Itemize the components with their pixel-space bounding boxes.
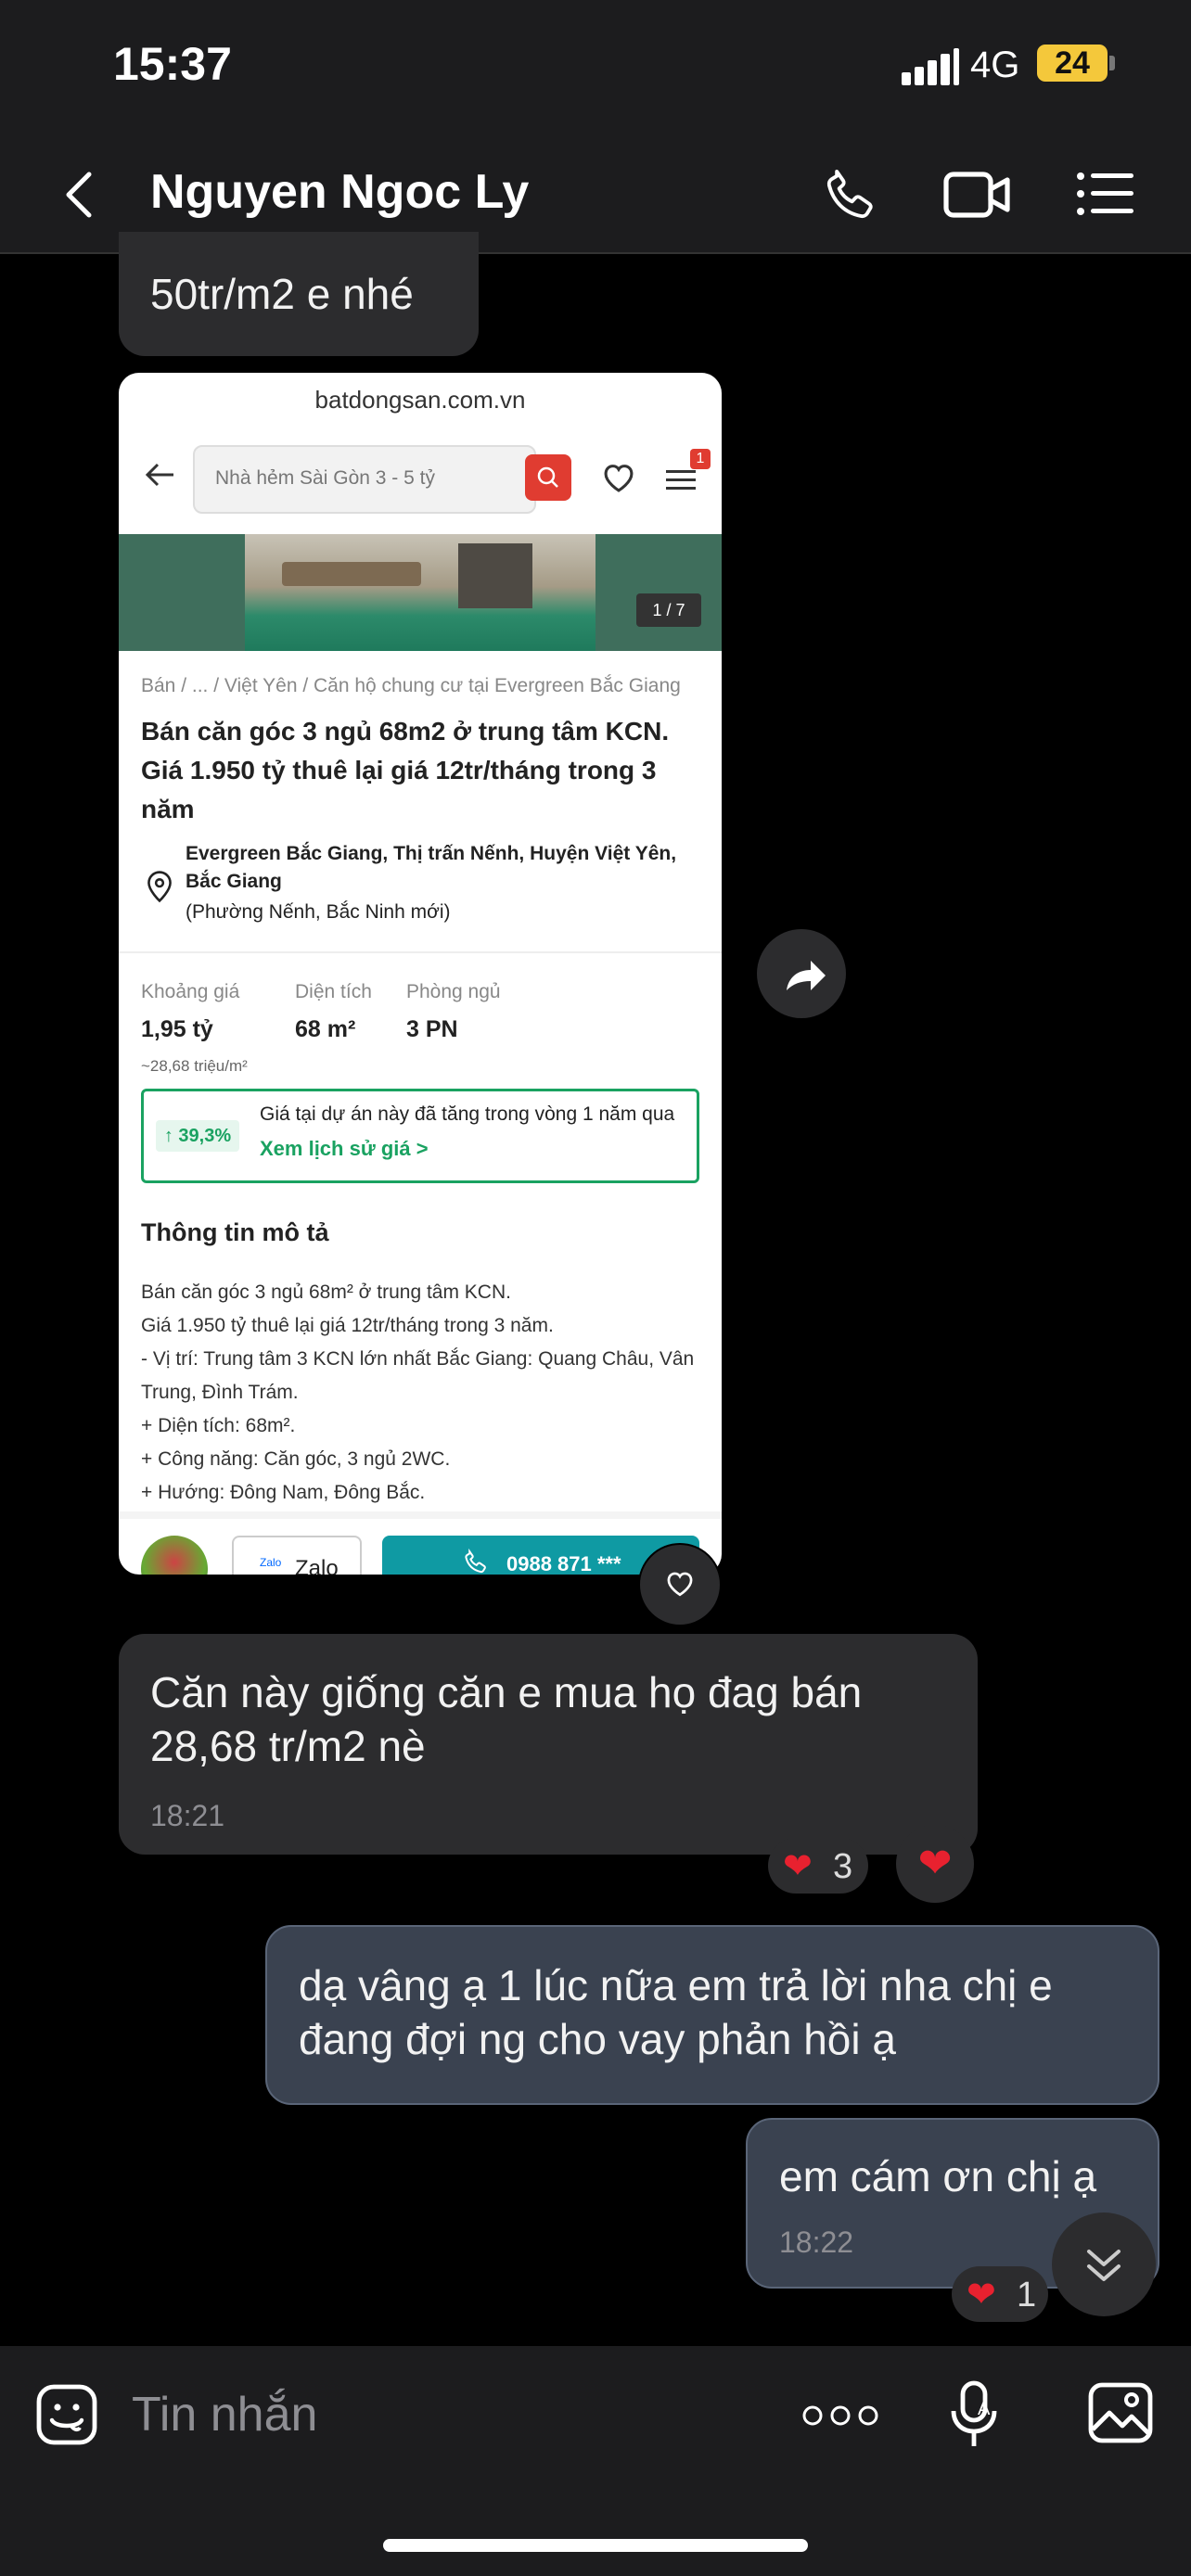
desc-line: Giá 1.950 tỷ thuê lại giá 12tr/tháng tro…	[141, 1315, 554, 1336]
bed-label: Phòng ngủ	[406, 981, 501, 1002]
more-icon[interactable]	[801, 2402, 879, 2429]
network-type: 4G	[970, 45, 1020, 85]
card-address-sub: (Phường Nếnh, Bắc Ninh mới)	[186, 901, 451, 923]
message-text: 50tr/m2 e nhé	[150, 270, 414, 318]
desc-line: + Diện tích: 68m².	[141, 1415, 296, 1436]
svg-text:A: A	[978, 2399, 991, 2419]
card-divider	[119, 951, 722, 953]
growth-text: Giá tại dự án này đã tăng trong vòng 1 n…	[260, 1103, 675, 1125]
card-heart-icon	[604, 465, 634, 492]
scroll-to-bottom-button[interactable]	[1052, 2213, 1156, 2316]
desc-line: + Công năng: Căn góc, 3 ngủ 2WC.	[141, 1448, 451, 1470]
card-phone-icon	[465, 1549, 486, 1574]
forward-icon	[787, 961, 826, 990]
home-indicator	[383, 2539, 808, 2552]
battery-tip	[1109, 56, 1115, 70]
back-icon[interactable]	[58, 169, 98, 221]
react-heart-button[interactable]	[638, 1543, 722, 1626]
shared-link-card[interactable]: batdongsan.com.vn Nhà hẻm Sài Gòn 3 - 5 …	[119, 373, 722, 1575]
area-label: Diện tích	[295, 981, 372, 1002]
card-footer-divider	[119, 1511, 722, 1519]
growth-percent: ↑ 39,3%	[156, 1120, 239, 1152]
reaction-count: 3	[833, 1847, 853, 1886]
battery-icon: 24	[1037, 45, 1108, 82]
reaction-count-pill[interactable]: ❤ 1	[952, 2266, 1048, 2322]
seller-avatar	[141, 1536, 208, 1575]
forward-button[interactable]	[757, 929, 846, 1018]
phone-call-icon[interactable]	[820, 165, 881, 226]
desc-line: + Hướng: Đông Nam, Đông Bắc.	[141, 1482, 426, 1503]
image-counter: 1 / 7	[636, 593, 701, 627]
price-per-m2: ~28,68 triệu/m²	[141, 1057, 248, 1075]
desc-line: - Vị trí: Trung tâm 3 KCN lớn nhất Bắc G…	[141, 1348, 695, 1370]
message-text: dạ vâng ạ 1 lúc nữa em trả lời nha chị e…	[299, 1961, 1053, 2063]
zalo-small-label: Zalo	[260, 1556, 282, 1569]
message-input[interactable]: Tin nhắn	[132, 2387, 317, 2442]
message-time: 18:22	[779, 2225, 854, 2259]
my-reaction-heart[interactable]: ❤	[896, 1825, 974, 1903]
message-text: Căn này giống căn e mua họ đag bán 28,68…	[150, 1668, 863, 1770]
price-value: 1,95 tỷ	[141, 1016, 213, 1042]
bed-value: 3 PN	[406, 1016, 458, 1042]
message-text: em cám ơn chị ạ	[779, 2152, 1097, 2200]
area-value: 68 m²	[295, 1016, 356, 1042]
zalo-label: Zalo	[295, 1556, 339, 1575]
location-pin-icon	[147, 871, 172, 903]
desc-line: Trung, Đình Trám.	[141, 1382, 299, 1403]
card-search-icon	[525, 454, 571, 501]
reaction-count: 1	[1017, 2276, 1037, 2315]
card-address: Evergreen Bắc Giang, Thị trấn Nếnh, Huyệ…	[186, 843, 677, 892]
card-back-icon	[145, 463, 173, 487]
heart-icon: ❤	[967, 2276, 996, 2315]
card-breadcrumb: Bán / ... / Việt Yên / Căn hộ chung cư t…	[141, 675, 681, 696]
heart-icon: ❤	[783, 1847, 813, 1886]
card-title: Bán căn góc 3 ngủ 68m2 ở trung tâm KCN. …	[141, 717, 670, 823]
card-search-placeholder: Nhà hẻm Sài Gòn 3 - 5 tỷ	[215, 467, 435, 489]
gallery-icon[interactable]	[1085, 2379, 1156, 2446]
signal-icon	[902, 48, 959, 85]
heart-outline-icon	[667, 1572, 693, 1597]
menu-list-icon[interactable]	[1076, 171, 1135, 217]
double-chevron-down-icon	[1087, 2250, 1121, 2281]
microphone-icon[interactable]: A	[946, 2378, 1002, 2452]
status-time: 15:37	[113, 38, 232, 90]
card-menu-icon	[666, 470, 696, 490]
video-call-icon[interactable]	[942, 169, 1013, 221]
card-url: batdongsan.com.vn	[314, 386, 526, 414]
growth-link: Xem lịch sử giá >	[260, 1137, 429, 1160]
contact-name[interactable]: Nguyen Ngoc Ly	[150, 164, 529, 220]
price-label: Khoảng giá	[141, 981, 240, 1002]
reaction-count-pill[interactable]: ❤ 3	[768, 1838, 868, 1894]
call-number: 0988 871 ***	[506, 1552, 621, 1575]
desc-title: Thông tin mô tả	[141, 1218, 329, 1246]
message-time: 18:21	[150, 1799, 225, 1832]
desc-line: Bán căn góc 3 ngủ 68m² ở trung tâm KCN.	[141, 1282, 511, 1303]
card-photo	[245, 534, 596, 651]
card-menu-badge: 1	[690, 449, 711, 469]
sticker-icon[interactable]	[33, 2381, 100, 2448]
